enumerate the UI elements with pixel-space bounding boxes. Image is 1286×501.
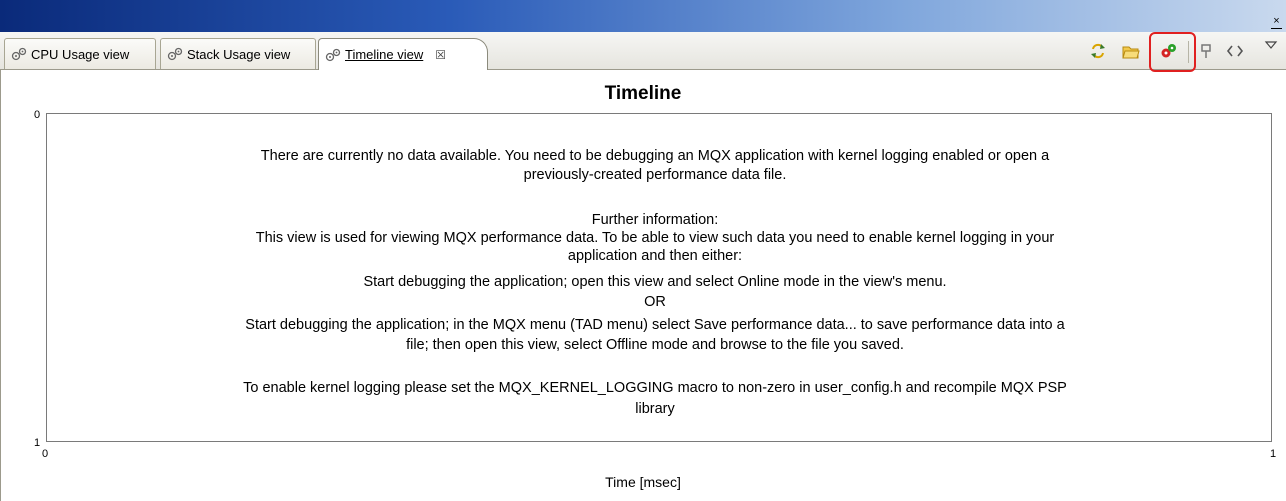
tab-label: Timeline view: [345, 47, 424, 62]
highlight-box: [1149, 32, 1196, 72]
message-line: Start debugging the application; in the …: [245, 317, 1065, 333]
tab-label: CPU Usage view: [31, 46, 130, 62]
view-tab-bar: CPU Usage view Stack Usage view Timeline…: [0, 32, 1286, 70]
view-frame: [0, 70, 1, 501]
tab-label: Stack Usage view: [187, 46, 291, 62]
message-line: previously-created performance data file…: [523, 167, 787, 183]
view-menu-icon[interactable]: [1262, 36, 1280, 54]
message-line: library: [635, 401, 675, 417]
message-line: To enable kernel logging please set the …: [243, 380, 1067, 396]
code-icon[interactable]: [1226, 42, 1244, 60]
message-line: file; then open this view, select Offlin…: [406, 337, 904, 353]
message-line: Further information:: [591, 212, 719, 228]
pin-icon[interactable]: [1197, 42, 1215, 60]
chart-title: Timeline: [604, 83, 682, 104]
gears-icon: [325, 48, 341, 61]
y-tick-bottom: 1: [34, 437, 41, 449]
y-tick-top: 0: [34, 109, 41, 121]
open-folder-icon[interactable]: [1122, 42, 1140, 60]
close-tab-icon[interactable]: ☒: [435, 48, 446, 62]
message-line: This view is used for viewing MQX perfor…: [255, 230, 1055, 246]
x-tick-left: 0: [42, 448, 49, 460]
x-tick-right: 1: [1270, 448, 1277, 460]
close-window-icon[interactable]: ×: [1271, 16, 1282, 29]
tab-cpu-usage[interactable]: CPU Usage view: [4, 38, 156, 69]
window-titlebar: ×: [0, 0, 1286, 32]
x-axis-label: Time [msec]: [605, 474, 681, 490]
refresh-icon[interactable]: [1089, 42, 1107, 60]
tab-timeline[interactable]: Timeline view ☒: [318, 38, 488, 70]
message-line: application and then either:: [567, 248, 743, 264]
gears-icon: [11, 47, 27, 61]
message-line: OR: [644, 294, 666, 310]
tab-stack-usage[interactable]: Stack Usage view: [160, 38, 316, 69]
message-line: There are currently no data available. Y…: [260, 148, 1050, 164]
message-line: Start debugging the application; open th…: [363, 274, 947, 290]
gears-icon: [167, 47, 183, 61]
